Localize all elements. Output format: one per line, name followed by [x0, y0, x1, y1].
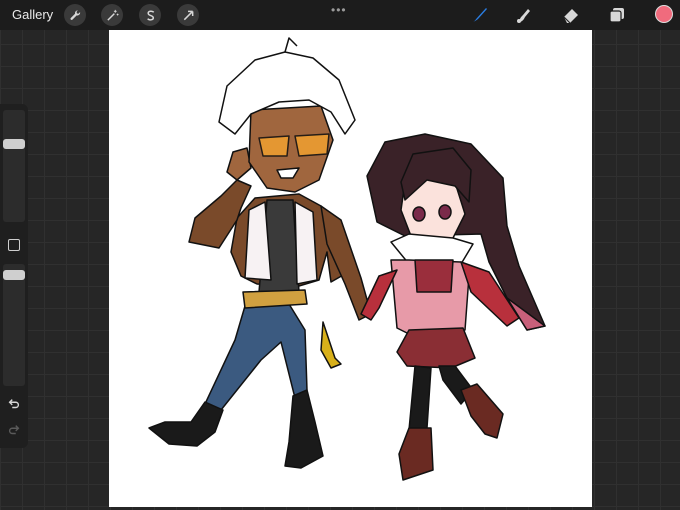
- brush-icon: [473, 8, 487, 22]
- magic-wand-icon: [106, 9, 119, 21]
- actions-button[interactable]: [64, 4, 86, 26]
- adjustments-button[interactable]: [101, 4, 123, 26]
- layers-tool[interactable]: [607, 5, 627, 25]
- brush-size-knob[interactable]: [3, 138, 25, 149]
- modify-button[interactable]: [8, 239, 20, 251]
- artwork-illustration: [148, 37, 546, 481]
- more-options-handle[interactable]: •••: [331, 3, 347, 17]
- redo-icon: [8, 425, 20, 435]
- selection-s-icon: [146, 10, 154, 21]
- brush-size-slider[interactable]: [3, 110, 25, 222]
- current-color-swatch[interactable]: [655, 5, 673, 23]
- arrow-cursor-icon: [183, 10, 193, 20]
- erase-tool[interactable]: [561, 5, 581, 25]
- layers-icon: [609, 8, 624, 23]
- transform-button[interactable]: [177, 4, 199, 26]
- opacity-knob[interactable]: [3, 269, 25, 280]
- undo-button[interactable]: [6, 396, 22, 412]
- wrench-icon: [69, 9, 80, 20]
- top-toolbar: Gallery •••: [0, 0, 680, 30]
- left-sidebar: [0, 104, 28, 448]
- opacity-slider[interactable]: [3, 264, 25, 386]
- gallery-button[interactable]: Gallery: [12, 7, 53, 22]
- undo-icon: [8, 399, 20, 409]
- smudge-icon: [517, 9, 530, 23]
- eraser-icon: [563, 9, 578, 24]
- paint-tool[interactable]: [470, 5, 490, 25]
- boy-figure: [148, 37, 372, 469]
- selection-button[interactable]: [139, 4, 161, 26]
- redo-button[interactable]: [6, 422, 22, 438]
- drawing-canvas[interactable]: [109, 30, 592, 507]
- smudge-tool[interactable]: [514, 5, 534, 25]
- girl-figure: [360, 133, 546, 481]
